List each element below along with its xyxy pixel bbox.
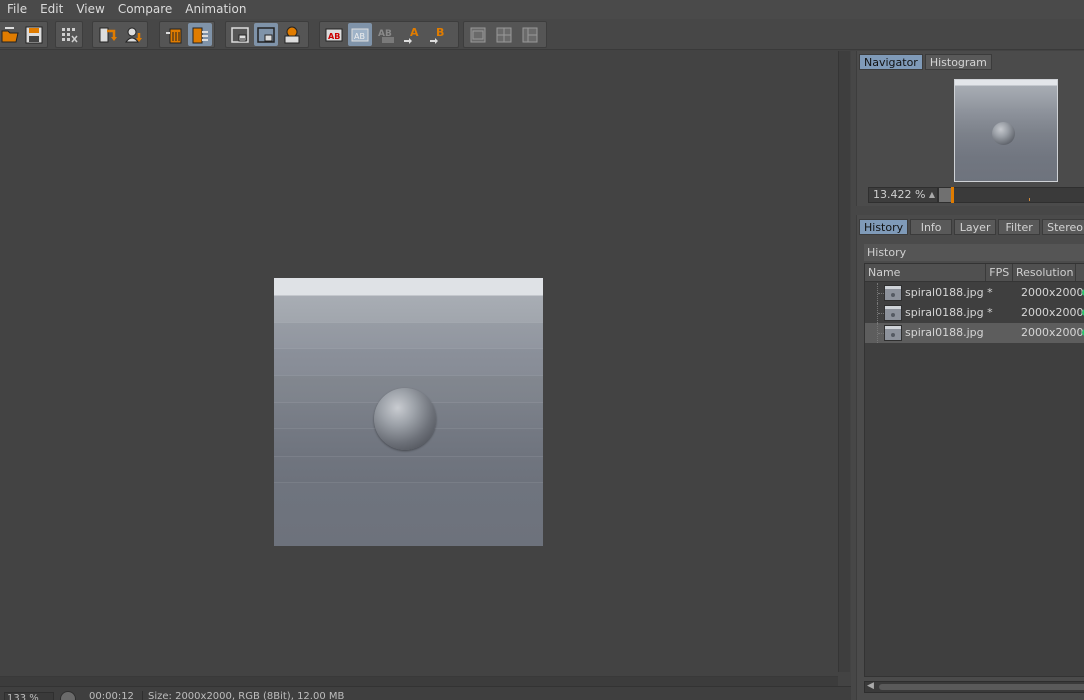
- history-row-name: spiral0188.jpg *: [905, 286, 993, 299]
- link-icon[interactable]: [280, 23, 304, 46]
- set-b-icon[interactable]: B: [426, 23, 450, 46]
- history-row-name: spiral0188.jpg *: [905, 306, 993, 319]
- scrollbar-thumb[interactable]: [879, 684, 1084, 690]
- zoom-slider-fill: [939, 188, 951, 202]
- open-file-icon[interactable]: [0, 23, 21, 46]
- play-icon[interactable]: [60, 691, 76, 700]
- menu-animation[interactable]: Animation: [178, 0, 252, 19]
- history-section-title: History: [864, 244, 1084, 261]
- history-thumbnail: [884, 325, 902, 341]
- history-row[interactable]: spiral0188.jpg * 2000x2000: [865, 303, 1084, 323]
- status-divider: [142, 691, 143, 700]
- toolbar-group-layout: [463, 21, 547, 48]
- status-zoom[interactable]: 133 %: [4, 692, 54, 700]
- svg-text:AB: AB: [328, 32, 340, 41]
- history-row[interactable]: spiral0188.jpg * 2000x2000: [865, 283, 1084, 303]
- tab-info[interactable]: Info: [910, 219, 953, 235]
- history-list-header: Name FPS Resolution: [865, 264, 1084, 282]
- column-resolution[interactable]: Resolution: [1013, 264, 1077, 281]
- image-viewer[interactable]: [0, 51, 838, 676]
- layout-3-icon[interactable]: [518, 23, 542, 46]
- status-time: 00:00:12: [89, 691, 134, 700]
- tab-layer[interactable]: Layer: [954, 219, 997, 235]
- history-row-resolution: 2000x2000: [1021, 306, 1084, 319]
- sphere-object: [374, 388, 436, 450]
- delete-left-icon[interactable]: [162, 23, 186, 46]
- menu-file[interactable]: File: [0, 0, 33, 19]
- history-row-resolution: 2000x2000: [1021, 286, 1084, 299]
- window-icon[interactable]: [228, 23, 252, 46]
- set-a-label: A: [410, 26, 419, 39]
- statusbar: 133 % 00:00:12 Size: 2000x2000, RGB (8Bi…: [0, 686, 851, 700]
- ab-overlay-icon[interactable]: AB: [374, 23, 398, 46]
- delete-right-icon[interactable]: [188, 23, 212, 46]
- viewer-vertical-scrollbar[interactable]: [838, 51, 850, 672]
- history-panel: History Info Layer Filter Stereo History…: [856, 215, 1084, 700]
- zoom-value: 13.422 %: [873, 188, 926, 201]
- history-list[interactable]: Name FPS Resolution spiral0188.jpg * 200…: [864, 263, 1084, 677]
- save-icon[interactable]: [23, 23, 45, 46]
- right-panel: Navigator Histogram 13.422 % ▲ History I…: [851, 51, 1084, 700]
- status-info: Size: 2000x2000, RGB (8Bit), 12.00 MB: [148, 691, 345, 700]
- column-name[interactable]: Name: [865, 264, 987, 281]
- zoom-slider[interactable]: [938, 187, 1084, 203]
- ab-split-icon[interactable]: AB: [322, 23, 346, 46]
- window-alt-icon[interactable]: [254, 23, 278, 46]
- history-row-name: spiral0188.jpg: [905, 326, 984, 339]
- zoom-input[interactable]: 13.422 % ▲: [868, 187, 938, 203]
- import-icon[interactable]: [121, 23, 145, 46]
- menu-edit[interactable]: Edit: [33, 0, 69, 19]
- set-b-label: B: [436, 26, 444, 39]
- menu-view[interactable]: View: [69, 0, 110, 19]
- navigator-thumbnail[interactable]: [954, 79, 1058, 182]
- tab-filter[interactable]: Filter: [998, 219, 1041, 235]
- layout-1-icon[interactable]: [466, 23, 490, 46]
- history-row-resolution: 2000x2000: [1021, 326, 1084, 339]
- navigator-tabs: Navigator Histogram: [859, 54, 992, 70]
- scroll-left-icon[interactable]: ◀: [867, 681, 874, 691]
- column-extra[interactable]: [1076, 264, 1084, 281]
- tab-history[interactable]: History: [859, 219, 909, 235]
- menubar: File Edit View Compare Animation: [0, 0, 1084, 19]
- svg-text:AB: AB: [354, 32, 365, 41]
- tab-stereo[interactable]: Stereo: [1042, 219, 1084, 235]
- set-a-icon[interactable]: A: [400, 23, 424, 46]
- toolbar: AB AB AB A B: [0, 19, 1084, 50]
- zoom-slider-tick: [1029, 198, 1030, 201]
- column-fps[interactable]: FPS: [986, 264, 1013, 281]
- toolbar-group-delete: [159, 21, 215, 48]
- export-icon[interactable]: [95, 23, 119, 46]
- history-thumbnail: [884, 285, 902, 301]
- navigator-panel: Navigator Histogram 13.422 % ▲: [856, 51, 1084, 206]
- toolbar-group-grid: [55, 21, 83, 48]
- menu-compare[interactable]: Compare: [111, 0, 178, 19]
- navigator-sphere: [992, 122, 1015, 145]
- history-tabs: History Info Layer Filter Stereo: [859, 219, 1084, 235]
- toolbar-group-ab: AB AB AB A B: [319, 21, 459, 48]
- tab-histogram[interactable]: Histogram: [924, 54, 992, 70]
- toolbar-group-window: [225, 21, 309, 48]
- toolbar-group-file: [0, 21, 48, 48]
- layout-2-icon[interactable]: [492, 23, 516, 46]
- grid-icon[interactable]: [58, 23, 80, 46]
- history-thumbnail: [884, 305, 902, 321]
- history-horizontal-scrollbar[interactable]: ◀: [864, 681, 1084, 693]
- spin-arrows-icon[interactable]: ▲: [929, 188, 935, 202]
- tab-navigator[interactable]: Navigator: [859, 54, 923, 70]
- zoom-slider-handle[interactable]: [951, 187, 954, 203]
- viewer-horizontal-scrollbar[interactable]: [0, 676, 838, 686]
- rendered-image: [274, 278, 543, 546]
- toolbar-group-io: [92, 21, 148, 48]
- history-row-selected[interactable]: spiral0188.jpg 2000x2000: [865, 323, 1084, 343]
- ab-compare-icon[interactable]: AB: [348, 23, 372, 46]
